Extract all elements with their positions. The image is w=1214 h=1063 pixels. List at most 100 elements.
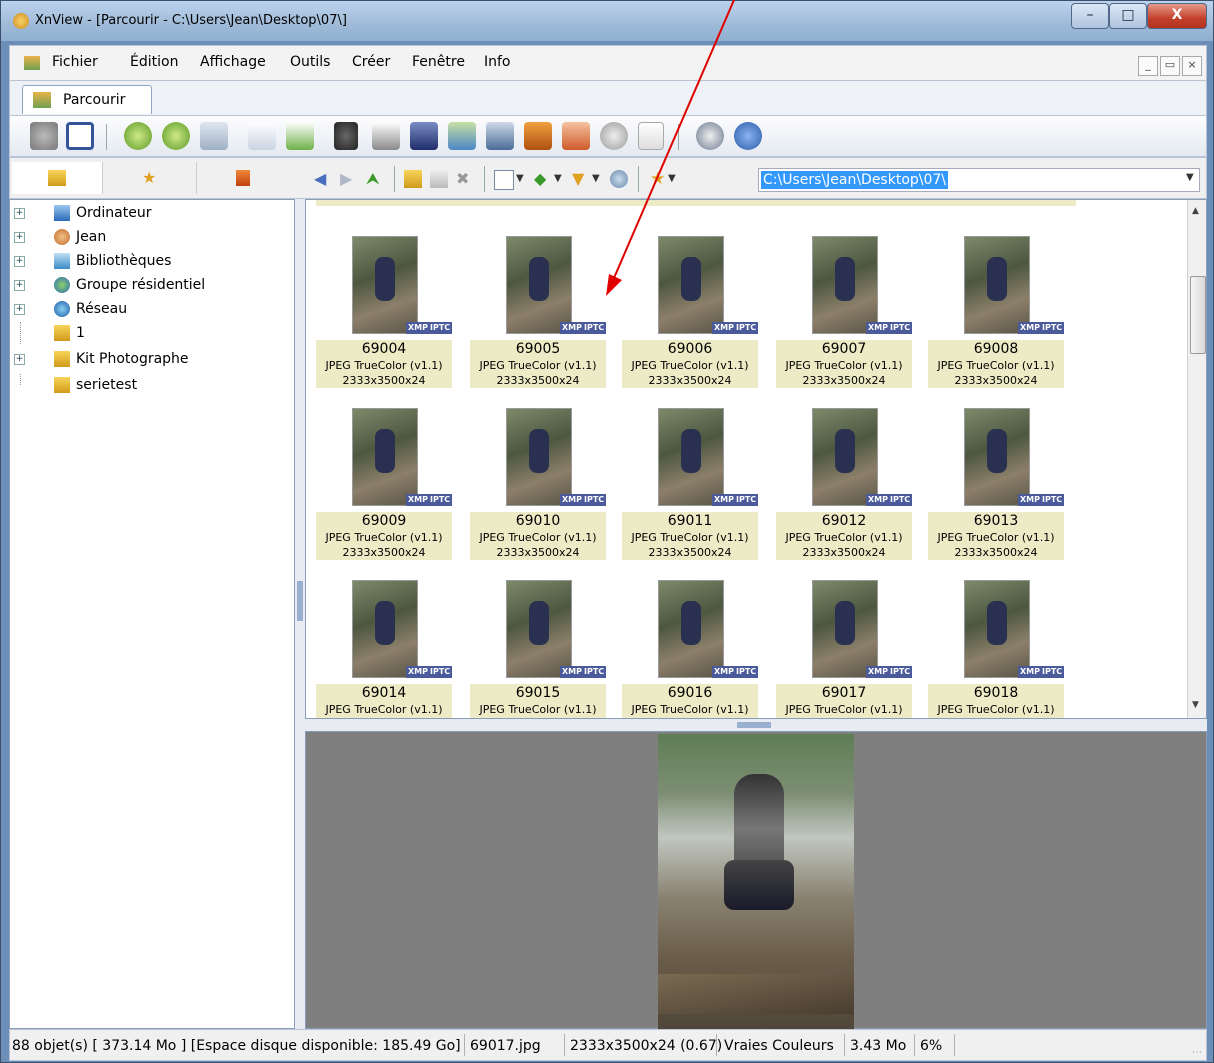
web-icon[interactable] bbox=[600, 122, 628, 150]
wallpaper-icon[interactable] bbox=[524, 122, 552, 150]
dropdown-arrow-icon[interactable]: ▼ bbox=[592, 170, 610, 188]
forward-arrow-icon[interactable]: ▶ bbox=[340, 170, 358, 188]
rotate-left-icon[interactable] bbox=[124, 122, 152, 150]
back-arrow-icon[interactable]: ◀ bbox=[314, 170, 332, 188]
tree-item-bibliotheques[interactable]: + Bibliothèques bbox=[10, 250, 290, 272]
info-icon[interactable] bbox=[734, 122, 762, 150]
scroll-down-icon[interactable]: ▼ bbox=[1192, 700, 1199, 710]
dropdown-arrow-icon[interactable]: ▼ bbox=[668, 170, 686, 188]
thumbnail-item[interactable]: XMPIPTC69017JPEG TrueColor (v1.1)2333x35… bbox=[776, 560, 913, 718]
properties-icon[interactable] bbox=[638, 122, 664, 150]
export-icon[interactable] bbox=[286, 122, 314, 150]
status-count: 88 objet(s) [ 373.14 Mo ] [Espace disque… bbox=[12, 1038, 461, 1054]
thumbnail-item[interactable]: XMP IPTC 69008 JPEG TrueColor (v1.1) 2333x35… bbox=[928, 216, 1065, 388]
mdi-restore-button[interactable]: ▭ bbox=[1160, 56, 1180, 76]
horizontal-splitter[interactable] bbox=[305, 719, 1207, 731]
menu-outils[interactable]: Outils bbox=[290, 54, 330, 70]
rider-figure bbox=[529, 601, 549, 645]
thumbnail-item[interactable]: XMP IPTC 69009 JPEG TrueColor (v1.1) 2333x35… bbox=[316, 388, 453, 560]
catalog-tab[interactable] bbox=[200, 162, 290, 194]
vertical-splitter[interactable] bbox=[295, 199, 305, 1029]
expander-icon[interactable]: + bbox=[14, 232, 25, 243]
scroll-up-icon[interactable]: ▲ bbox=[1192, 206, 1199, 216]
thumbnail-filename: 69011 bbox=[667, 513, 713, 529]
tree-item-1[interactable]: 1 bbox=[10, 322, 290, 344]
slideshow-icon[interactable] bbox=[448, 122, 476, 150]
metadata-badge: XMP bbox=[866, 322, 890, 334]
scroll-thumb[interactable] bbox=[1190, 276, 1206, 354]
filter-icon[interactable]: ▼ bbox=[572, 170, 590, 188]
splitter-handle[interactable] bbox=[737, 722, 771, 728]
expander-icon[interactable]: + bbox=[14, 280, 25, 291]
scan-icon[interactable] bbox=[410, 122, 438, 150]
thumbnail-item[interactable]: XMP IPTC 69011 JPEG TrueColor (v1.1) 2333x35… bbox=[622, 388, 759, 560]
parent-folder-icon[interactable]: ⮝ bbox=[366, 170, 384, 188]
menu-affichage[interactable]: Affichage bbox=[200, 54, 266, 70]
thumbnail-item[interactable]: XMP IPTC 69010 JPEG TrueColor (v1.1) 2333x35… bbox=[470, 388, 607, 560]
resize-grip-icon[interactable]: ⋯ bbox=[1192, 1047, 1202, 1058]
tree-item-reseau[interactable]: + Réseau bbox=[10, 298, 290, 320]
tree-item-kit-photographe[interactable]: + Kit Photographe bbox=[10, 348, 290, 370]
thumbnail-item[interactable]: XMPIPTC69014JPEG TrueColor (v1.1)2333x35… bbox=[316, 560, 453, 718]
metadata-badge: XMP bbox=[560, 494, 584, 506]
folders-tab[interactable] bbox=[12, 162, 103, 194]
desktop-icon[interactable] bbox=[562, 122, 590, 150]
expander-icon[interactable]: + bbox=[14, 208, 25, 219]
dropdown-arrow-icon[interactable]: ▼ bbox=[554, 170, 572, 188]
thumbnail-item[interactable]: XMPIPTC69016JPEG TrueColor (v1.1)2333x35… bbox=[622, 560, 759, 718]
toolbar-separator bbox=[106, 124, 107, 150]
menu-fichier[interactable]: Fichier bbox=[52, 54, 98, 70]
new-folder-icon[interactable] bbox=[404, 170, 422, 188]
mdi-close-button[interactable]: × bbox=[1182, 56, 1202, 76]
rotate-right-icon[interactable] bbox=[162, 122, 190, 150]
favorite-star-icon[interactable]: ★ bbox=[650, 170, 668, 188]
menu-info[interactable]: Info bbox=[484, 54, 511, 70]
scanner-icon[interactable] bbox=[30, 122, 58, 150]
thumbnail-item[interactable]: XMPIPTC69015JPEG TrueColor (v1.1)2333x35… bbox=[470, 560, 607, 718]
close-button[interactable]: X bbox=[1147, 3, 1207, 29]
sort-icon[interactable]: ◆ bbox=[534, 170, 552, 188]
thumbnail-item[interactable]: XMP IPTC 69012 JPEG TrueColor (v1.1) 2333x35… bbox=[776, 388, 913, 560]
tree-item-serietest[interactable]: serietest bbox=[10, 374, 290, 396]
refresh-icon[interactable] bbox=[610, 170, 628, 188]
vertical-scrollbar[interactable]: ▲ ▼ bbox=[1187, 200, 1206, 718]
delete-icon[interactable]: ✖ bbox=[456, 170, 474, 188]
capture-icon[interactable] bbox=[486, 122, 514, 150]
view-mode-icon[interactable] bbox=[494, 170, 514, 190]
thumbnail-item[interactable]: XMPIPTC69018JPEG TrueColor (v1.1)2333x35… bbox=[928, 560, 1065, 718]
tree-item-groupe-residentiel[interactable]: + Groupe résidentiel bbox=[10, 274, 290, 296]
binoculars-icon[interactable] bbox=[334, 122, 358, 150]
page-icon[interactable] bbox=[248, 122, 276, 150]
tab-parcourir[interactable]: Parcourir bbox=[22, 85, 152, 114]
fullscreen-icon[interactable] bbox=[66, 122, 94, 150]
favorites-tab[interactable]: ★ bbox=[106, 162, 197, 194]
splitter-handle[interactable] bbox=[297, 581, 303, 621]
minimize-button[interactable]: – bbox=[1071, 3, 1109, 29]
mdi-minimize-button[interactable]: _ bbox=[1138, 56, 1158, 76]
menu-edition[interactable]: Édition bbox=[130, 54, 178, 70]
thumbnail-item[interactable]: XMP IPTC 69013 JPEG TrueColor (v1.1) 2333x35… bbox=[928, 388, 1065, 560]
dropdown-arrow-icon[interactable]: ▼ bbox=[516, 170, 534, 188]
metadata-badge: XMP bbox=[1018, 494, 1042, 506]
batch-convert-icon[interactable] bbox=[200, 122, 228, 150]
gear-icon[interactable] bbox=[696, 122, 724, 150]
print-icon[interactable] bbox=[372, 122, 400, 150]
tree-label: Groupe résidentiel bbox=[76, 277, 206, 293]
rename-icon[interactable] bbox=[430, 170, 448, 188]
menu-fenetre[interactable]: Fenêtre bbox=[412, 54, 465, 70]
thumbnail-item[interactable]: XMP IPTC 69004 JPEG TrueColor (v1.1) 2333x35… bbox=[316, 216, 453, 388]
thumbnail-item[interactable]: XMP IPTC 69005 JPEG TrueColor (v1.1) 2333x35… bbox=[470, 216, 607, 388]
thumbnail-item[interactable]: XMP IPTC 69007 JPEG TrueColor (v1.1) 2333x35… bbox=[776, 216, 913, 388]
menu-creer[interactable]: Créer bbox=[352, 54, 390, 70]
thumbnail-item[interactable]: XMP IPTC 69006 JPEG TrueColor (v1.1) 2333x35… bbox=[622, 216, 759, 388]
title-bar[interactable]: XnView - [Parcourir - C:\Users\Jean\Desk… bbox=[1, 1, 1213, 41]
expander-icon[interactable]: + bbox=[14, 304, 25, 315]
path-input[interactable]: C:\Users\Jean\Desktop\07\ bbox=[758, 168, 1200, 192]
expander-icon[interactable]: + bbox=[14, 256, 25, 267]
path-dropdown-icon[interactable]: ▼ bbox=[1186, 172, 1194, 183]
maximize-button[interactable]: □ bbox=[1109, 3, 1147, 29]
expander-icon[interactable]: + bbox=[14, 354, 25, 365]
metadata-badge: XMP bbox=[866, 494, 890, 506]
tree-item-ordinateur[interactable]: + Ordinateur bbox=[10, 202, 290, 224]
tree-item-jean[interactable]: + Jean bbox=[10, 226, 290, 248]
